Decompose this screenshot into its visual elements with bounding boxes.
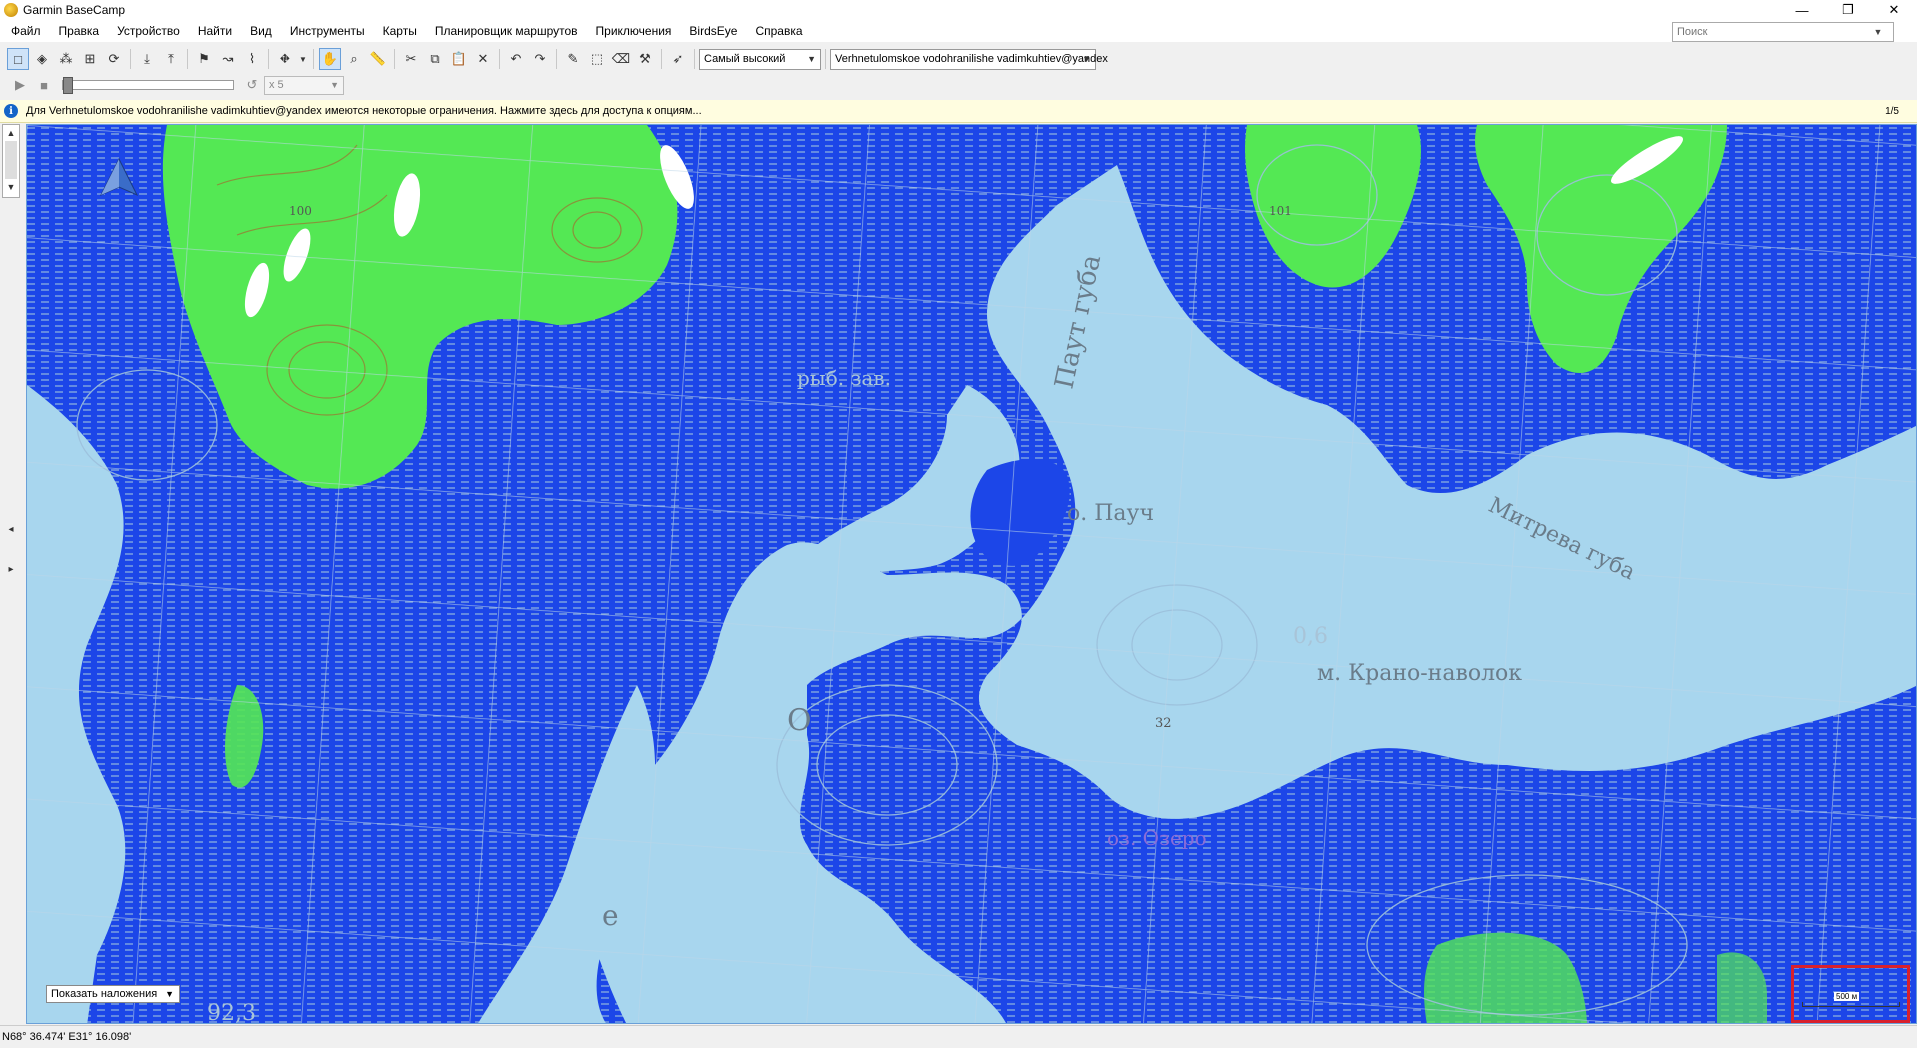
menu-bar: Файл Правка Устройство Найти Вид Инструм… (0, 20, 1917, 42)
zoom-tool-icon[interactable]: ⌕ (343, 48, 365, 70)
label-lake: оз. Озеро (1107, 826, 1207, 850)
menu-maps[interactable]: Карты (374, 24, 426, 38)
north-arrow-icon (99, 157, 139, 197)
menu-tools[interactable]: Инструменты (281, 24, 374, 38)
2d-view-icon[interactable]: □ (7, 48, 29, 70)
garmin-app-icon (4, 3, 18, 17)
show-overlays-button[interactable]: Показать наложения ▼ (46, 985, 180, 1003)
menu-file[interactable]: Файл (0, 24, 50, 38)
label-krano-navolok: м. Крано-наволок (1317, 661, 1522, 686)
cut-icon[interactable]: ✂ (400, 48, 422, 70)
measure-tool-icon[interactable]: 📏 (367, 48, 389, 70)
minimize-button[interactable]: — (1779, 0, 1825, 20)
new-route-icon[interactable]: ↝ (217, 48, 239, 70)
search-box[interactable]: ▼ (1672, 22, 1894, 42)
expand-right-icon[interactable]: ▸ (5, 564, 17, 578)
cursor-coordinates: N68° 36.474' E31° 16.098' (2, 1031, 132, 1043)
show-overlays-label: Показать наложения (51, 988, 158, 1000)
search-input[interactable] (1673, 25, 1869, 39)
label-h-6: 0,6 (1293, 624, 1328, 649)
menu-help[interactable]: Справка (746, 24, 811, 38)
label-h-101: 101 (1269, 204, 1292, 218)
label-ryb-zav: рыб. зав. (797, 366, 891, 390)
stop-icon[interactable]: ■ (33, 74, 55, 96)
playback-slider[interactable] (62, 77, 234, 94)
close-button[interactable]: ✕ (1871, 0, 1917, 20)
fit-map-icon[interactable]: ⊞ (79, 48, 101, 70)
map-product-select[interactable]: Verhnetulomskoe vodohranilishe vadimkuht… (830, 48, 1108, 70)
main-toolbar: □ ◈ ⁂ ⊞ ⟳ ⤓ ⤒ ⚑ ↝ ⌇ ⛖ ▼ ✋ ⌕ 📏 ✂ ⧉ 📋 ✕ ↶ … (0, 46, 1917, 72)
info-page-counter: 1/5 (1885, 105, 1899, 117)
menu-edit[interactable]: Правка (50, 24, 109, 38)
collapse-left-icon[interactable]: ◂ (5, 524, 17, 538)
playback-speed-select[interactable]: x 5 ▼ (264, 75, 344, 95)
receive-from-device-icon[interactable]: ⤓ (136, 48, 158, 70)
info-icon: i (4, 104, 18, 118)
paste-icon[interactable]: 📋 (448, 48, 470, 70)
chevron-down-icon: ▼ (807, 54, 816, 64)
label-h-100: 100 (289, 204, 312, 218)
scroll-thumb[interactable] (5, 141, 17, 179)
delete-icon[interactable]: ✕ (472, 48, 494, 70)
playback-toolbar: ▶ ■ ↺ x 5 ▼ (0, 72, 1917, 98)
label-depth-e: е (602, 899, 619, 932)
detail-level-select[interactable]: Самый высокий ▼ (699, 48, 821, 70)
scroll-up-icon[interactable]: ▲ (3, 125, 19, 141)
menu-route-planner[interactable]: Планировщик маршрутов (426, 24, 587, 38)
copy-icon[interactable]: ⧉ (424, 48, 446, 70)
label-o-pauch: о. Пауч (1067, 501, 1154, 526)
menu-adventures[interactable]: Приключения (587, 24, 681, 38)
profile-icon[interactable]: ⛖ (274, 48, 296, 70)
chevron-down-icon: ▼ (165, 989, 174, 999)
chevron-down-icon: ▼ (330, 80, 339, 90)
panel-scrollbar[interactable]: ▲ ▼ (2, 124, 20, 198)
map-product-value: Verhnetulomskoe vodohranilishe vadimkuht… (835, 53, 1108, 65)
restriction-info-bar[interactable]: i Для Verhnetulomskoe vodohranilishe vad… (0, 100, 1917, 123)
play-icon[interactable]: ▶ (9, 74, 31, 96)
scale-label: 500 м (1834, 992, 1860, 1001)
chevron-down-icon: ▼ (1082, 54, 1091, 64)
restore-button[interactable]: ❐ (1825, 0, 1871, 20)
scale-bar (1802, 1002, 1900, 1007)
3d-view-icon[interactable]: ◈ (31, 48, 53, 70)
sync-map-icon[interactable]: ⟳ (103, 48, 125, 70)
window-title: Garmin BaseCamp (23, 3, 126, 17)
detail-level-value: Самый высокий (704, 53, 786, 65)
scale-bar-highlight: 500 м (1791, 965, 1910, 1023)
label-depth-o: О (787, 703, 812, 738)
map-layers-icon[interactable]: ⁂ (55, 48, 77, 70)
status-bar: N68° 36.474' E31° 16.098' (0, 1025, 1917, 1048)
info-message: Для Verhnetulomskoe vodohranilishe vadim… (26, 105, 702, 117)
search-dropdown-icon[interactable]: ▼ (1869, 27, 1887, 37)
redo-icon[interactable]: ↷ (529, 48, 551, 70)
menu-device[interactable]: Устройство (108, 24, 189, 38)
menu-view[interactable]: Вид (241, 24, 281, 38)
title-bar: Garmin BaseCamp — ❐ ✕ (0, 0, 1917, 20)
new-track-icon[interactable]: ⌇ (241, 48, 263, 70)
undo-icon[interactable]: ↶ (505, 48, 527, 70)
playback-speed-value: x 5 (269, 79, 284, 91)
scroll-down-icon[interactable]: ▼ (3, 179, 19, 195)
profile-dropdown-icon[interactable]: ▼ (298, 48, 308, 70)
label-h-92: 92,3 (207, 1001, 256, 1024)
label-h-32: 32 (1155, 716, 1172, 731)
menu-find[interactable]: Найти (189, 24, 241, 38)
navigate-icon[interactable]: ➶ (667, 48, 689, 70)
map-view[interactable]: Паут губа о. Пауч Митрева губа м. Крано-… (26, 124, 1917, 1024)
edit-track-icon[interactable]: ✎ (562, 48, 584, 70)
split-track-icon[interactable]: ⚒ (634, 48, 656, 70)
new-waypoint-icon[interactable]: ⚑ (193, 48, 215, 70)
hand-tool-icon[interactable]: ✋ (319, 48, 341, 70)
window-controls: — ❐ ✕ (1779, 0, 1917, 20)
left-panel-rail: ▲ ▼ ◂ ▸ (0, 124, 22, 1024)
loop-icon[interactable]: ↺ (241, 74, 263, 96)
eraser-icon[interactable]: ⌫ (610, 48, 632, 70)
menu-birdseye[interactable]: BirdsEye (680, 24, 746, 38)
select-points-icon[interactable]: ⬚ (586, 48, 608, 70)
send-to-device-icon[interactable]: ⤒ (160, 48, 182, 70)
slider-thumb[interactable] (63, 77, 73, 94)
topo-map[interactable]: Паут губа о. Пауч Митрева губа м. Крано-… (27, 125, 1917, 1024)
